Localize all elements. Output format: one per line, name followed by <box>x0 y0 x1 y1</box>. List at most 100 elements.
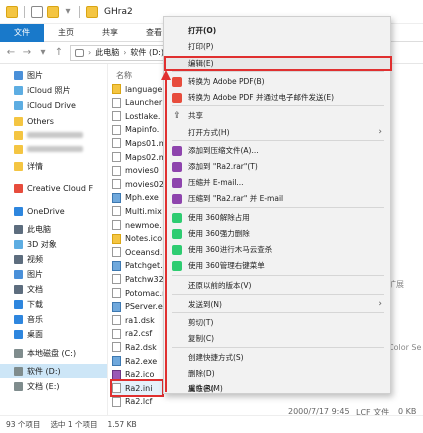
nav-item[interactable]: 3D 对象 <box>14 237 57 251</box>
file-row[interactable]: Ra2.exe <box>112 354 157 368</box>
file-row[interactable]: Ra2.ico <box>112 368 154 382</box>
nav-item-obscured[interactable] <box>14 128 83 142</box>
file-row[interactable]: Multi.mix <box>112 204 162 218</box>
file-row[interactable]: Launcher <box>112 96 162 110</box>
context-menu-item[interactable]: 属性(R) <box>164 381 392 396</box>
file-row[interactable]: Patchget. <box>112 259 163 273</box>
file-row[interactable]: Maps01.m <box>112 136 167 150</box>
context-menu-item[interactable]: 转换为 Adobe PDF 并通过电子邮件发送(E) <box>164 90 392 105</box>
nav-item-icon <box>14 366 23 376</box>
file-row[interactable]: Patchw32. <box>112 272 166 286</box>
context-menu-item[interactable]: 压缩到 "Ra2.rar" 并 E-mail <box>164 191 392 206</box>
nav-item[interactable]: 此电脑 <box>14 222 51 236</box>
context-menu-item[interactable]: 发送到(N) › <box>164 297 392 312</box>
new-folder-icon[interactable] <box>47 5 59 18</box>
nav-item[interactable]: OneDrive <box>14 204 65 218</box>
context-menu-item[interactable]: ⇪ 共享 <box>164 108 392 123</box>
tab-home[interactable]: 主页 <box>44 24 88 42</box>
context-menu-item[interactable]: 压缩并 E-mail... <box>164 175 392 190</box>
context-menu-item[interactable]: 转换为 Adobe PDF(B) <box>164 74 392 89</box>
folder-icon <box>6 5 18 18</box>
breadcrumb-separator: › <box>123 48 127 57</box>
file-row[interactable]: movies02 <box>112 177 164 191</box>
breadcrumb-this-pc[interactable]: 此电脑 <box>95 47 119 58</box>
nav-item[interactable]: 本地磁盘 (C:) <box>14 346 76 360</box>
menu-item-label: 打印(P) <box>188 42 214 51</box>
nav-item-label: 音乐 <box>27 314 43 324</box>
nav-item[interactable]: 音乐 <box>14 312 43 326</box>
context-menu-item[interactable]: 使用 360强力删除 <box>164 226 392 241</box>
nav-item-obscured[interactable] <box>14 142 83 156</box>
context-menu-item[interactable]: 剪切(T) <box>164 315 392 330</box>
blank-icon <box>172 318 182 328</box>
nav-item[interactable]: 桌面 <box>14 327 43 341</box>
context-menu-item[interactable]: 创建快捷方式(S) <box>164 350 392 365</box>
file-row[interactable]: Oceansd. <box>112 245 162 259</box>
window-title: GHra2 <box>104 6 133 17</box>
rar-icon <box>172 193 182 204</box>
file-file-icon <box>112 342 121 353</box>
file-name: ra1.dsk <box>125 315 155 325</box>
context-menu-item[interactable]: 打开(O) <box>164 23 392 38</box>
forward-arrow-icon[interactable]: → <box>22 47 32 58</box>
file-row[interactable]: Mapinfo. <box>112 123 159 137</box>
file-row[interactable]: ra2.csf <box>112 327 152 341</box>
breadcrumb-drive-d[interactable]: 软件 (D:) <box>130 47 164 58</box>
context-menu-item[interactable]: 复制(C) <box>164 331 392 346</box>
file-row[interactable]: Maps02.m <box>112 150 167 164</box>
context-menu-item[interactable]: 打开方式(H) › <box>164 125 392 140</box>
blank-icon <box>172 128 182 138</box>
file-row[interactable]: Mph.exe <box>112 191 159 205</box>
column-header-name[interactable]: 名称 <box>116 70 132 81</box>
menu-separator <box>172 140 384 141</box>
file-row[interactable]: movies0 <box>112 164 159 178</box>
file-row[interactable]: Ra2.dsk <box>112 340 157 354</box>
context-menu-item[interactable]: 删除(D) <box>164 366 392 381</box>
chevron-down-icon[interactable]: ▾ <box>38 47 48 58</box>
back-arrow-icon[interactable]: ← <box>6 47 16 58</box>
file-row[interactable]: ra1.dsk <box>112 313 155 327</box>
context-menu-item[interactable]: 使用 360管理右键菜单 <box>164 258 392 273</box>
file-row[interactable]: Ra2.lcf <box>112 395 152 409</box>
up-arrow-icon[interactable]: ↑ <box>54 47 64 58</box>
tab-share[interactable]: 共享 <box>88 24 132 42</box>
app-file-icon <box>112 260 121 271</box>
nav-item[interactable]: 文档 <box>14 282 43 296</box>
context-menu-item[interactable]: 打印(P) <box>164 39 392 54</box>
file-row[interactable]: language <box>112 82 162 96</box>
nav-item[interactable]: 图片 <box>14 68 43 82</box>
properties-icon[interactable] <box>31 5 43 18</box>
360-icon <box>172 244 182 255</box>
file-file-icon <box>112 220 121 230</box>
nav-item[interactable]: iCloud Drive <box>14 98 76 112</box>
file-row[interactable]: Notes.ico <box>112 232 162 246</box>
file-row[interactable]: Lostlake. <box>112 109 160 123</box>
context-menu-item[interactable]: 添加到 "Ra2.rar"(T) <box>164 159 392 174</box>
nav-item[interactable]: 图片 <box>14 267 43 281</box>
nav-item[interactable]: Others <box>14 114 54 128</box>
context-menu-item[interactable]: 使用 360解除占用 <box>164 210 392 225</box>
nav-item[interactable]: 文档 (E:) <box>14 379 60 393</box>
nav-item[interactable]: iCloud 照片 <box>14 83 71 97</box>
context-menu-item[interactable]: 编辑(E) <box>164 56 392 71</box>
chevron-down-icon[interactable]: ▾ <box>63 6 73 17</box>
context-menu-item[interactable]: 使用 360进行木马云查杀 <box>164 242 392 257</box>
share-icon: ⇪ <box>173 110 181 121</box>
file-row[interactable]: newmoe. <box>112 218 162 232</box>
context-menu-item[interactable]: 还原以前的版本(V) <box>164 278 392 293</box>
nav-item[interactable]: 软件 (D:) <box>0 364 107 378</box>
file-row[interactable]: Ra2.ini <box>109 379 165 398</box>
file-file-icon <box>112 396 121 407</box>
menu-separator <box>172 275 384 276</box>
nav-item[interactable]: 视频 <box>14 252 43 266</box>
file-row[interactable]: PServer.ex <box>112 300 167 314</box>
nav-item-label: 桌面 <box>27 329 43 339</box>
tab-file[interactable]: 文件 <box>0 24 44 42</box>
nav-item[interactable]: Creative Cloud F <box>14 181 93 195</box>
file-file-icon <box>112 288 121 298</box>
file-row[interactable]: Potomac.n <box>112 286 167 300</box>
context-menu-item[interactable]: 添加到压缩文件(A)... <box>164 143 392 158</box>
nav-item[interactable]: 下载 <box>14 297 43 311</box>
file-file-icon <box>112 247 121 258</box>
nav-item[interactable]: 详情 <box>14 159 43 173</box>
